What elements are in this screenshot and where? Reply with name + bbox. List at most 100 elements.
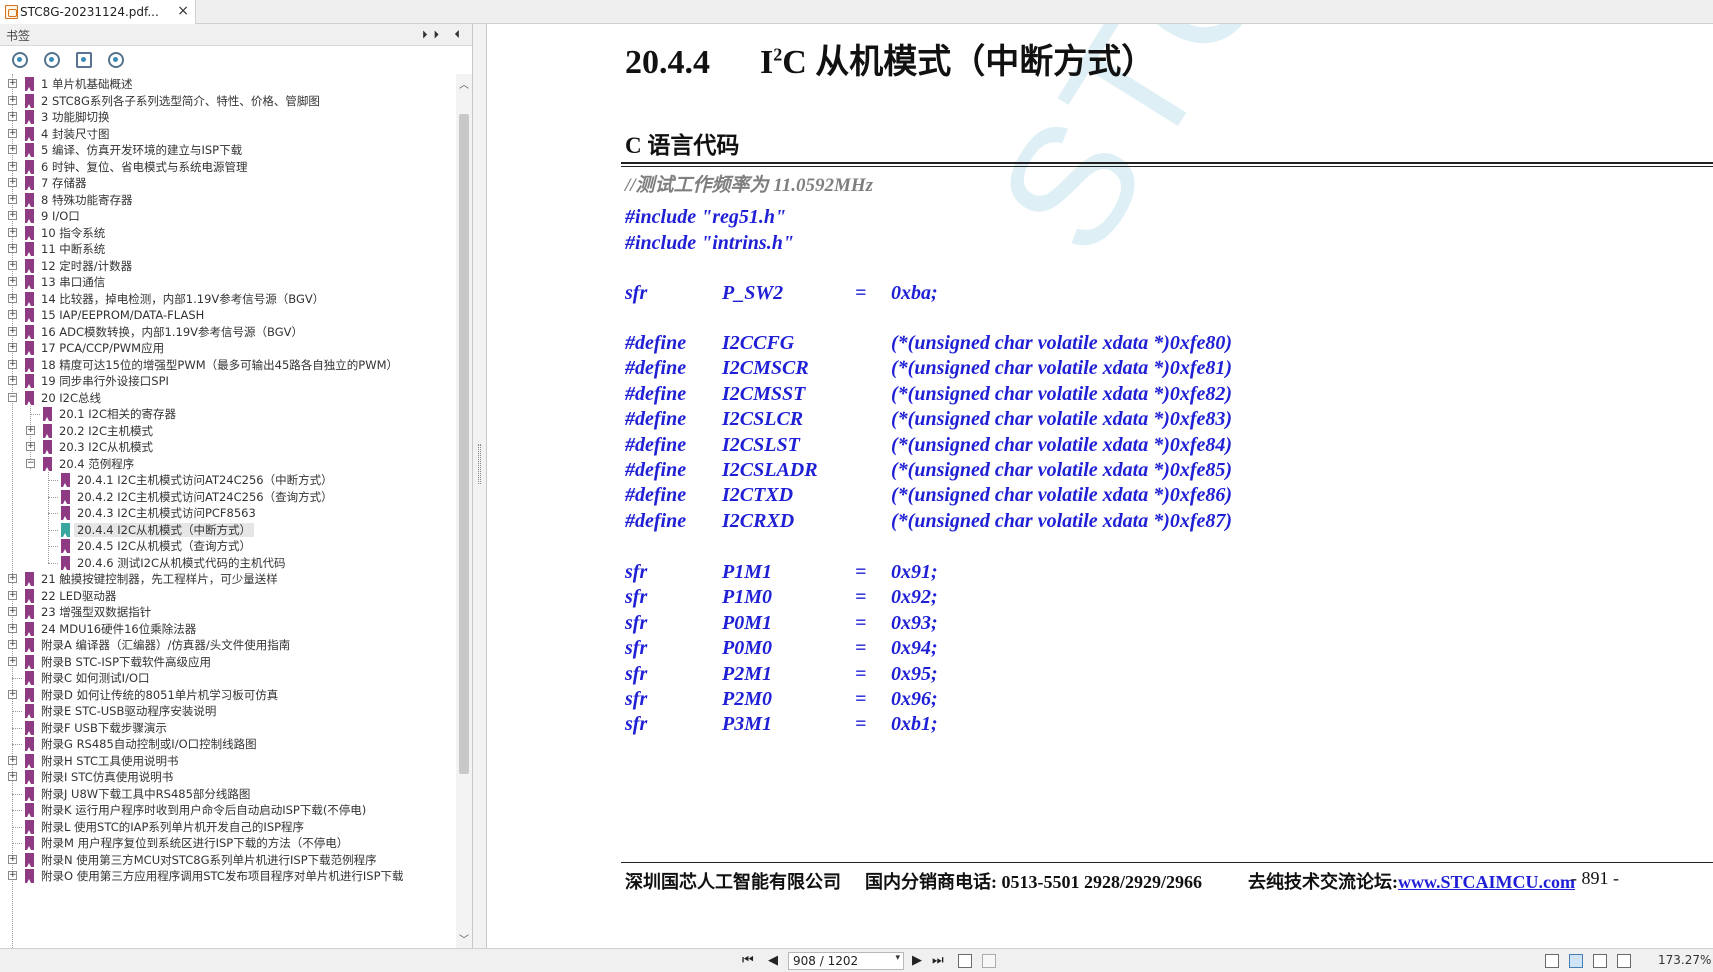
- bookmark-item[interactable]: +20.2 I2C主机模式: [0, 422, 456, 440]
- splitter-grip[interactable]: [478, 444, 481, 484]
- bookmark-item[interactable]: 附录G RS485自动控制或I/O口控制线路图: [0, 735, 456, 753]
- expand-icon[interactable]: +: [8, 161, 17, 171]
- bookmark-item[interactable]: +16 ADC模数转换，内部1.19V参考信号源（BGV）: [0, 323, 456, 341]
- expand-icon[interactable]: +: [8, 854, 17, 864]
- bookmark-item[interactable]: 20.4.3 I2C主机模式访问PCF8563: [0, 504, 456, 522]
- expand-icon[interactable]: +: [8, 194, 17, 204]
- go-to-bookmark-icon[interactable]: [76, 52, 92, 68]
- first-page-icon[interactable]: ⏮: [742, 953, 754, 969]
- bookmark-item[interactable]: +13 串口通信: [0, 273, 456, 291]
- bookmark-item[interactable]: + 附录A 编译器（汇编器）/仿真器/头文件使用指南: [0, 636, 456, 654]
- bookmark-item[interactable]: +23 增强型双数据指针: [0, 603, 456, 621]
- bookmark-item[interactable]: 附录F USB下载步骤演示: [0, 719, 456, 737]
- bookmark-item[interactable]: 20.4.2 I2C主机模式访问AT24C256（查询方式）: [0, 488, 456, 506]
- page-dropdown-icon[interactable]: ▾: [895, 953, 900, 963]
- bookmark-item[interactable]: +10 指令系统: [0, 224, 456, 242]
- bookmark-item[interactable]: +15 IAP/EEPROM/DATA-FLASH: [0, 306, 456, 324]
- expand-icon[interactable]: +: [8, 871, 17, 880]
- expand-icon[interactable]: +: [26, 425, 35, 435]
- expand-all-bookmarks-icon[interactable]: [12, 52, 28, 68]
- bookmark-item[interactable]: + 附录D 如何让传统的8051单片机学习板可仿真: [0, 686, 456, 704]
- bookmark-item[interactable]: +7 存储器: [0, 174, 456, 192]
- bookmark-item[interactable]: +6 时钟、复位、省电模式与系统电源管理: [0, 158, 456, 176]
- bookmark-item[interactable]: +22 LED驱动器: [0, 587, 456, 605]
- expand-icon[interactable]: +: [8, 95, 17, 105]
- bookmark-item[interactable]: + 附录H STC工具使用说明书: [0, 752, 456, 770]
- bookmark-item[interactable]: 20.4.6 测试I2C从机模式代码的主机代码: [0, 554, 456, 572]
- bookmark-item[interactable]: +1 单片机基础概述: [0, 75, 456, 93]
- document-tab[interactable]: STC8G-20231124.pdf... ×: [0, 0, 196, 24]
- expand-icon[interactable]: +: [8, 227, 17, 237]
- expand-icon[interactable]: +: [8, 145, 17, 154]
- expand-icon[interactable]: +: [8, 178, 17, 187]
- expand-icon[interactable]: +: [8, 244, 17, 253]
- panel-collapse-buttons[interactable]: ⏵⏵ ⏴: [422, 28, 466, 42]
- expand-icon[interactable]: +: [8, 112, 17, 121]
- expand-icon[interactable]: +: [8, 211, 17, 220]
- previous-view-icon[interactable]: [958, 954, 972, 968]
- bookmark-item[interactable]: +8 特殊功能寄存器: [0, 191, 456, 209]
- bookmark-item[interactable]: 附录M 用户程序复位到系统区进行ISP下载的方法（不停电）: [0, 834, 456, 852]
- forum-link[interactable]: www.STCAIMCU.com: [1398, 872, 1575, 892]
- expand-icon[interactable]: +: [8, 128, 17, 138]
- bookmark-item[interactable]: 附录E STC-USB驱动程序安装说明: [0, 702, 456, 720]
- bookmark-item[interactable]: +4 封装尺寸图: [0, 125, 456, 143]
- bookmark-item[interactable]: 20.4.4 I2C从机模式（中断方式）: [0, 521, 456, 539]
- bookmarks-scroll-thumb[interactable]: [459, 114, 469, 774]
- expand-icon[interactable]: +: [8, 326, 17, 336]
- bookmark-item[interactable]: 附录J U8W下载工具中RS485部分线路图: [0, 785, 456, 803]
- bookmark-item[interactable]: 20.4.1 I2C主机模式访问AT24C256（中断方式）: [0, 471, 456, 489]
- bookmark-item[interactable]: +17 PCA/CCP/PWM应用: [0, 339, 456, 357]
- bookmark-item[interactable]: +9 I/O口: [0, 207, 456, 225]
- next-page-icon[interactable]: ▶: [912, 953, 922, 969]
- bookmark-item[interactable]: +18 精度可达15位的增强型PWM（最多可输出45路各自独立的PWM）: [0, 356, 456, 374]
- expand-icon[interactable]: +: [8, 277, 17, 286]
- bookmark-item[interactable]: 附录C 如何测试I/O口: [0, 669, 456, 687]
- expand-icon[interactable]: +: [8, 640, 17, 649]
- next-view-icon[interactable]: [982, 954, 996, 968]
- close-tab-icon[interactable]: ×: [177, 3, 189, 19]
- bookmark-item[interactable]: − 20 I2C总线: [0, 389, 456, 407]
- expand-icon[interactable]: +: [8, 574, 17, 583]
- bookmark-item[interactable]: +5 编译、仿真开发环境的建立与ISP下载: [0, 141, 456, 159]
- zoom-level[interactable]: 173.27%: [1658, 953, 1711, 967]
- collapse-icon[interactable]: −: [8, 392, 17, 402]
- expand-icon[interactable]: +: [8, 376, 17, 385]
- bookmark-item[interactable]: 20.1 I2C相关的寄存器: [0, 405, 456, 423]
- panel-splitter[interactable]: [473, 24, 487, 948]
- bookmark-item[interactable]: + 附录B STC-ISP下载软件高级应用: [0, 653, 456, 671]
- bookmark-item[interactable]: +24 MDU16硬件16位乘除法器: [0, 620, 456, 638]
- last-page-icon[interactable]: ⏭: [932, 953, 944, 969]
- collapse-icon[interactable]: −: [26, 458, 35, 468]
- bookmark-item[interactable]: +2 STC8G系列各子系列选型简介、特性、价格、管脚图: [0, 92, 456, 110]
- facing-view-icon[interactable]: [1593, 954, 1607, 968]
- expand-icon[interactable]: +: [8, 607, 17, 616]
- expand-icon[interactable]: +: [8, 79, 17, 88]
- bookmark-item[interactable]: +14 比较器，掉电检测，内部1.19V参考信号源（BGV）: [0, 290, 456, 308]
- bookmark-item[interactable]: +3 功能脚切换: [0, 108, 456, 126]
- bookmark-item[interactable]: +20.3 I2C从机模式: [0, 438, 456, 456]
- bookmark-item[interactable]: +11 中断系统: [0, 240, 456, 258]
- collapse-all-bookmarks-icon[interactable]: [44, 52, 60, 68]
- expand-icon[interactable]: +: [8, 656, 17, 666]
- expand-icon[interactable]: +: [8, 590, 17, 600]
- bookmark-item[interactable]: + 附录I STC仿真使用说明书: [0, 768, 456, 786]
- single-page-view-icon[interactable]: [1545, 954, 1559, 968]
- bookmark-item[interactable]: +12 定时器/计数器: [0, 257, 456, 275]
- expand-icon[interactable]: +: [8, 623, 17, 633]
- page-number-input[interactable]: 908 / 1202 ▾: [788, 952, 904, 970]
- bookmark-item[interactable]: +21 触摸按键控制器，先工程样片，可少量送样: [0, 570, 456, 588]
- expand-icon[interactable]: +: [8, 310, 17, 319]
- expand-icon[interactable]: +: [8, 755, 17, 765]
- expand-icon[interactable]: +: [8, 293, 17, 303]
- expand-icon[interactable]: +: [8, 772, 17, 781]
- bookmark-item[interactable]: + 附录N 使用第三方MCU对STC8G系列单片机进行ISP下载范例程序: [0, 851, 456, 869]
- pdf-page-view[interactable]: STC 20.4.4 I2C 从机模式（中断方式） C 语言代码 //测试工作频率…: [488, 24, 1713, 948]
- continuous-facing-view-icon[interactable]: [1617, 954, 1631, 968]
- scroll-down-arrow-icon[interactable]: ﹀: [459, 931, 469, 946]
- expand-icon[interactable]: +: [8, 689, 17, 699]
- previous-page-icon[interactable]: ◀: [768, 953, 778, 969]
- find-current-bookmark-icon[interactable]: [108, 52, 124, 68]
- bookmark-item[interactable]: +19 同步串行外设接口SPI: [0, 372, 456, 390]
- expand-icon[interactable]: +: [26, 442, 35, 451]
